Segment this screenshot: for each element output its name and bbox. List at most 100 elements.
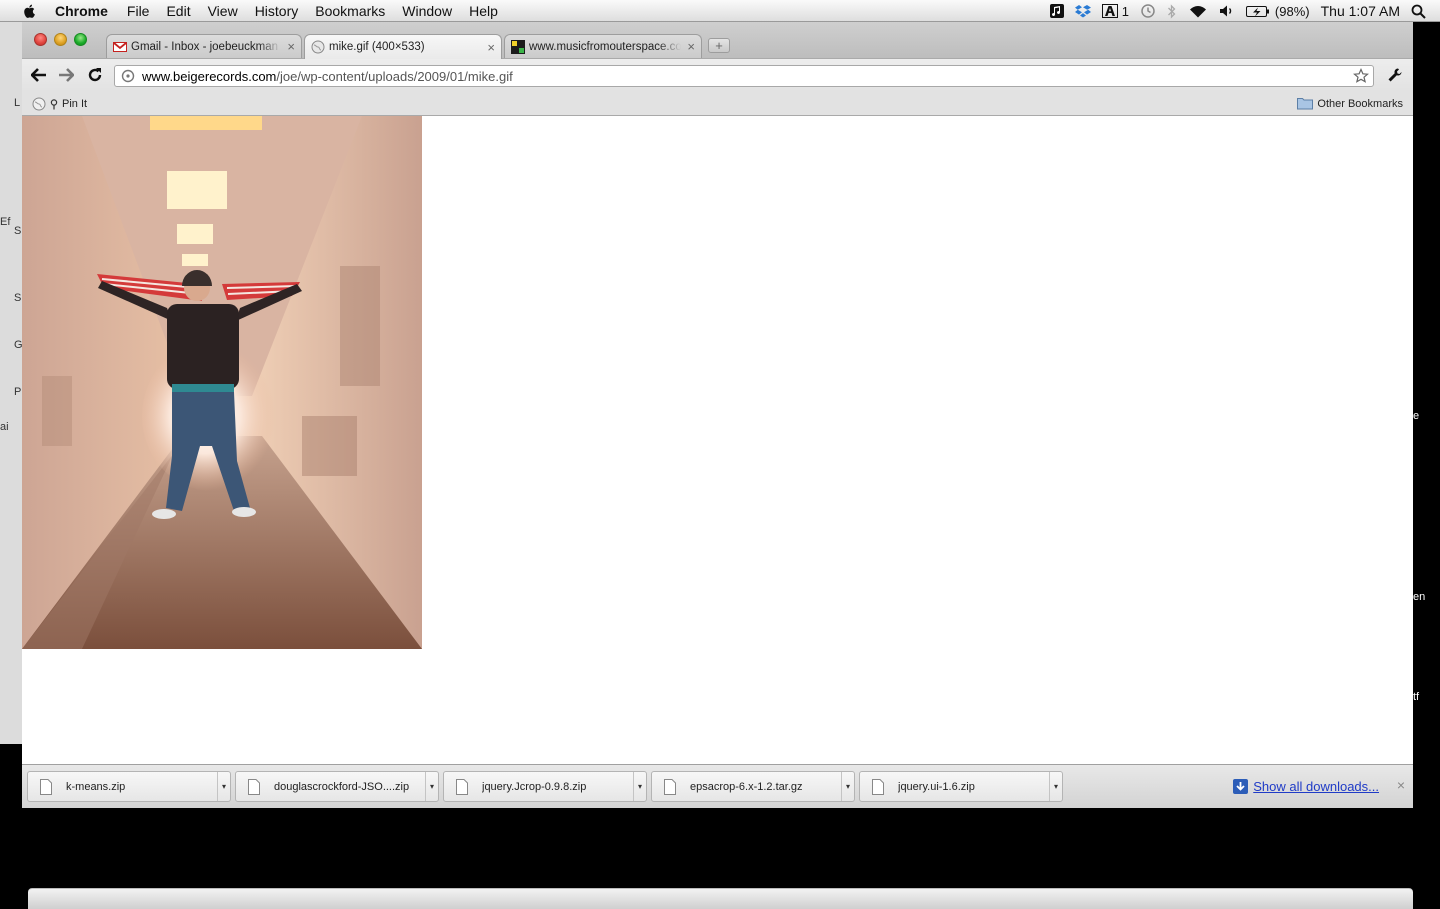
status-area: 1 (98%) Thu 1:07 AM — [1049, 0, 1426, 22]
download-menu-dropdown[interactable]: ▾ — [841, 772, 854, 801]
adobe-updater-count: 1 — [1121, 3, 1129, 19]
reload-icon — [88, 68, 102, 82]
tab-gmail[interactable]: Gmail - Inbox - joebeuckman × — [106, 34, 302, 58]
other-bookmarks-label: Other Bookmarks — [1317, 97, 1403, 110]
page-content — [22, 116, 1413, 764]
menu-bookmarks[interactable]: Bookmarks — [315, 3, 385, 19]
bluetooth-icon[interactable] — [1167, 3, 1177, 19]
menu-app-name[interactable]: Chrome — [55, 3, 108, 19]
tab-strip: Gmail - Inbox - joebeuckman × mike.gif (… — [22, 22, 1413, 59]
downloads-shelf: k-means.zip ▾ douglascrockford-JSO....zi… — [22, 764, 1413, 808]
new-tab-button[interactable]: + — [708, 38, 730, 53]
menu-file[interactable]: File — [127, 3, 150, 19]
globe-icon — [311, 40, 325, 54]
window-close-button[interactable] — [34, 33, 47, 46]
download-menu-dropdown[interactable]: ▾ — [425, 772, 438, 801]
download-filename: epsacrop-6.x-1.2.tar.gz — [690, 780, 803, 793]
file-icon — [872, 778, 884, 795]
window-minimize-button[interactable] — [54, 33, 67, 46]
background-text: ai — [0, 421, 9, 433]
spotlight-search-icon[interactable] — [1411, 4, 1426, 19]
menu-view[interactable]: View — [208, 3, 238, 19]
menu-history[interactable]: History — [255, 3, 299, 19]
tab-musicfromouterspace[interactable]: www.musicfromouterspace.com × — [504, 34, 702, 58]
menu-bar: Chrome File Edit View History Bookmarks … — [0, 0, 1440, 22]
apple-icon[interactable] — [19, 3, 41, 19]
music-note-icon[interactable] — [1049, 4, 1064, 18]
wifi-icon[interactable] — [1188, 4, 1208, 19]
forward-arrow-icon — [59, 68, 74, 82]
background-text: S — [14, 292, 22, 304]
battery-percentage: (98%) — [1274, 3, 1310, 19]
download-arrow-icon — [1233, 779, 1249, 794]
page-info-icon[interactable] — [121, 69, 135, 83]
download-filename: jquery.Jcrop-0.9.8.zip — [482, 780, 587, 793]
time-machine-icon[interactable] — [1140, 3, 1156, 19]
bookmark-star-icon[interactable] — [1353, 68, 1369, 84]
close-downloads-shelf-icon[interactable]: × — [1397, 777, 1405, 793]
show-all-downloads-link[interactable]: Show all downloads... — [1253, 779, 1379, 794]
tab-close-icon[interactable]: × — [687, 40, 695, 53]
adobe-updater-icon[interactable]: 1 — [1101, 3, 1129, 19]
tab-close-icon[interactable]: × — [287, 40, 295, 53]
download-menu-dropdown[interactable]: ▾ — [217, 772, 230, 801]
dropbox-icon[interactable] — [1074, 4, 1091, 19]
globe-icon — [32, 97, 46, 111]
image-mike-gif[interactable] — [22, 116, 422, 649]
bookmark-pin-it-label: Pin It — [62, 98, 88, 110]
download-item[interactable]: jquery.Jcrop-0.9.8.zip ▾ — [443, 771, 647, 802]
url-host: www.beigerecords.com — [142, 68, 277, 84]
reload-button[interactable] — [85, 66, 105, 84]
file-icon — [40, 778, 52, 795]
background-window-bottom — [28, 888, 1413, 909]
menu-window[interactable]: Window — [402, 3, 452, 19]
battery-icon[interactable]: (98%) — [1245, 3, 1310, 19]
bookmarks-bar: Pin It Other Bookmarks — [22, 92, 1413, 116]
background-text: L — [14, 97, 21, 109]
download-item[interactable]: k-means.zip ▾ — [27, 771, 231, 802]
gmail-icon — [113, 41, 127, 52]
show-all-downloads[interactable]: Show all downloads... — [1233, 779, 1379, 794]
pin-icon — [50, 98, 58, 109]
url-path: /joe/wp-content/uploads/2009/01/mike.gif — [276, 68, 513, 84]
tab-title: mike.gif (400×533) — [329, 41, 425, 53]
volume-icon[interactable] — [1219, 4, 1235, 18]
file-icon — [456, 778, 468, 795]
forward-button[interactable] — [56, 66, 76, 84]
menu-edit[interactable]: Edit — [166, 3, 190, 19]
bookmark-pin-it[interactable]: Pin It — [50, 98, 87, 110]
download-filename: jquery.ui-1.6.zip — [898, 780, 975, 793]
download-menu-dropdown[interactable]: ▾ — [1049, 772, 1062, 801]
download-filename: douglascrockford-JSO....zip — [274, 780, 410, 793]
wrench-menu-button[interactable] — [1385, 66, 1405, 84]
menu-help[interactable]: Help — [469, 3, 498, 19]
toolbar: www.beigerecords.com/joe/wp-content/uplo… — [22, 58, 1413, 92]
mfos-icon — [511, 39, 525, 54]
download-item[interactable]: epsacrop-6.x-1.2.tar.gz ▾ — [651, 771, 855, 802]
background-window — [0, 22, 24, 744]
tab-close-icon[interactable]: × — [487, 41, 495, 54]
background-text: e — [1413, 410, 1420, 422]
clock[interactable]: Thu 1:07 AM — [1321, 3, 1400, 19]
file-icon — [664, 778, 676, 795]
folder-icon — [1297, 98, 1314, 110]
background-text: S — [14, 225, 22, 237]
background-text: P — [14, 386, 22, 398]
download-item[interactable]: douglascrockford-JSO....zip ▾ — [235, 771, 439, 802]
file-icon — [248, 778, 260, 795]
window-zoom-button[interactable] — [74, 33, 87, 46]
background-text: Ef — [0, 216, 11, 228]
tab-mike-gif[interactable]: mike.gif (400×533) × — [304, 34, 502, 59]
back-arrow-icon — [31, 68, 46, 82]
download-filename: k-means.zip — [66, 780, 126, 793]
wrench-icon — [1388, 68, 1402, 82]
download-item[interactable]: jquery.ui-1.6.zip ▾ — [859, 771, 1063, 802]
tab-title: Gmail - Inbox - joebeuckman — [131, 40, 279, 53]
other-bookmarks-button[interactable]: Other Bookmarks — [1297, 97, 1403, 110]
tab-title: www.musicfromouterspace.com — [529, 40, 682, 53]
address-bar[interactable]: www.beigerecords.com/joe/wp-content/uplo… — [114, 65, 1374, 87]
back-button[interactable] — [29, 66, 49, 84]
background-text: en — [1413, 591, 1426, 603]
download-menu-dropdown[interactable]: ▾ — [633, 772, 646, 801]
browser-window: Gmail - Inbox - joebeuckman × mike.gif (… — [22, 22, 1413, 808]
